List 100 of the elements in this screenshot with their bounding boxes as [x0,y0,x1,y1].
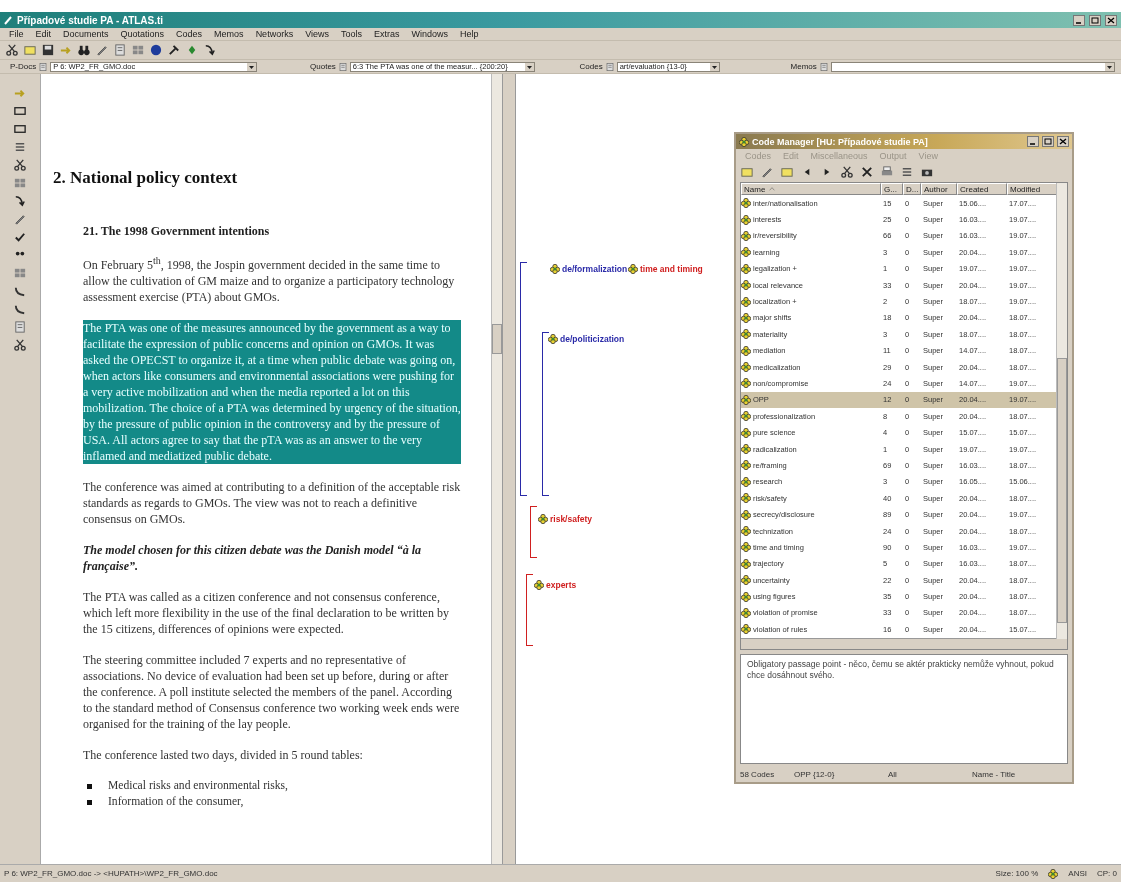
margin-code[interactable]: risk/safety [550,514,593,524]
maximize-button[interactable] [1089,14,1101,26]
code-manager-title: Code Manager [HU: Případové studie PA] [752,136,929,147]
flower-icon [741,526,751,536]
rectangle-icon[interactable] [13,104,27,118]
document-icon[interactable] [604,61,615,72]
status-text: All [888,769,898,779]
pen-icon[interactable] [95,43,109,57]
column-header[interactable]: Created [957,183,1007,195]
minimize-button[interactable] [1027,136,1039,147]
list-icon[interactable] [13,140,27,154]
flower-icon [741,296,751,307]
document-icon[interactable] [337,61,348,72]
save-icon[interactable] [41,43,55,57]
menu-item[interactable]: Networks [250,29,299,39]
column-header[interactable]: Author [921,183,957,195]
folder-icon[interactable] [740,165,754,179]
menu-item[interactable]: Codes [171,29,208,39]
document-path: P 6: WP2_FR_GMO.doc -> <HUPATH>\WP2_FR_GMO.doc [4,869,219,878]
check-icon[interactable] [13,230,27,244]
paragraph: The steering committee included 7 experts and no representative of associations. No device of evaluation had been set up before, during or after the conference. A poll institute selected the members of the panel. According to the standard method of Consensus conference two working week ends were organised for the training of the lay people. [83,652,461,732]
scissors-icon[interactable] [840,165,854,179]
column-header[interactable]: D... [903,183,921,195]
flower-icon [741,280,751,291]
delete-icon[interactable] [860,165,874,179]
menu-item[interactable]: Quotations [115,29,170,39]
maximize-icon [1044,138,1052,145]
document-icon[interactable] [818,61,829,72]
scrollbar[interactable] [1056,183,1067,639]
folder-icon[interactable] [780,165,794,179]
scrollbar[interactable] [491,74,502,864]
close-button[interactable] [1105,14,1117,26]
menu-item[interactable]: Memos [209,29,249,39]
dropdown-arrow-icon[interactable] [1105,62,1114,71]
code-page: CP: 0 [1097,869,1117,878]
flower-icon [741,230,751,241]
flower-icon [741,444,751,455]
close-icon [1059,138,1067,145]
pen-icon[interactable] [13,212,27,226]
menu-item[interactable]: Tools [336,29,367,39]
flower-icon [741,329,751,340]
curved-arrow-icon[interactable] [203,43,217,57]
bullet-item: Information of the consumer, [108,794,244,810]
status-text: Name - Title [972,769,1017,779]
menu-item[interactable]: Edit [30,29,57,39]
code-bracket [526,574,533,646]
status-text: OPP {12-0} [794,769,836,779]
scissors-icon[interactable] [5,43,19,57]
close-button[interactable] [1057,136,1069,147]
column-header[interactable]: Name [741,183,881,195]
maximize-button[interactable] [1042,136,1054,147]
margin-code[interactable]: time and timing [640,264,703,274]
column-header[interactable]: G... [881,183,903,195]
rectangle-icon[interactable] [13,122,27,136]
flower-icon [534,580,544,590]
selector-label: Memos [790,62,817,71]
binoculars-icon[interactable] [77,43,91,57]
scissors-icon[interactable] [13,338,27,352]
highlighted-quotation[interactable]: The PTA was one of the measures announced by the government as a way to facilitate the expression of public concerns and opinion on GMOs. It was asked the OPECST to organize it, at a time when public debate was going on, when actors like consumers and environmental associations were pushing for a very active mobilization and when the media reported a lot on this mobilization. The choice of a PTA was determined by urgency of the situation, by the pressure of public opinion in the controversy and by the pressure of USA. All actors agree to say that the pTA was as an answer to the very inflamed and mediatized public debate. [83,320,461,464]
code-bracket [530,506,537,558]
menu-item[interactable]: File [4,29,29,39]
list-icon[interactable] [900,165,914,179]
minimize-button[interactable] [1073,14,1085,26]
document-icon[interactable] [38,61,49,72]
flower-icon [741,198,751,209]
dropdown-arrow-icon[interactable] [525,62,535,71]
encoding: ANSI [1068,869,1087,878]
flower-icon [741,394,751,405]
flower-icon [741,427,751,438]
menu-item[interactable]: Views [300,29,334,39]
flower-icon [741,542,751,553]
menu-item[interactable]: Windows [406,29,454,39]
scissors-icon[interactable] [13,158,27,172]
margin-code[interactable]: de/formalization [562,264,628,274]
dropdown-arrow-icon[interactable] [247,62,257,71]
hammer-icon[interactable] [167,43,181,57]
document-icon[interactable] [113,43,127,57]
margin-code[interactable]: experts [546,580,577,590]
column-header[interactable]: Modified [1007,183,1057,195]
app-icon [4,15,13,25]
horizontal-scrollbar[interactable] [741,637,1067,649]
status-text: 58 Codes [740,769,776,779]
dropdown-arrow-icon[interactable] [710,62,720,71]
pen-icon[interactable] [760,165,774,179]
window-title: Případové studie PA - ATLAS.ti [17,14,165,26]
flower-icon [741,460,751,471]
menu-item[interactable]: Help [455,29,484,39]
paragraph: The conference was aimed at contributing to a definition of the acceptable risk standards as regards to GMOs. The view was not to reach a definitive consensus on GMOs. [83,479,461,527]
flower-icon [741,378,751,389]
flower-icon [741,263,751,274]
bullet-icon [87,800,92,805]
curved-arrow-icon[interactable] [13,194,27,208]
menu-item[interactable]: Extras [369,29,405,39]
margin-code[interactable]: de/politicization [560,334,625,344]
emphasized-paragraph: The model chosen for this citizen debate was the Danish model “à la française”. [83,542,422,574]
selector-dropdown[interactable] [830,61,1115,72]
flower-icon [741,345,751,356]
maximize-icon [1091,16,1099,24]
menu-item[interactable]: Documents [58,29,114,39]
code-comment[interactable]: Obligatory passage point - něco, čemu se aktér prakticky nemůže vyhnout, pokud chce dosáhnout svého. [740,653,1068,764]
